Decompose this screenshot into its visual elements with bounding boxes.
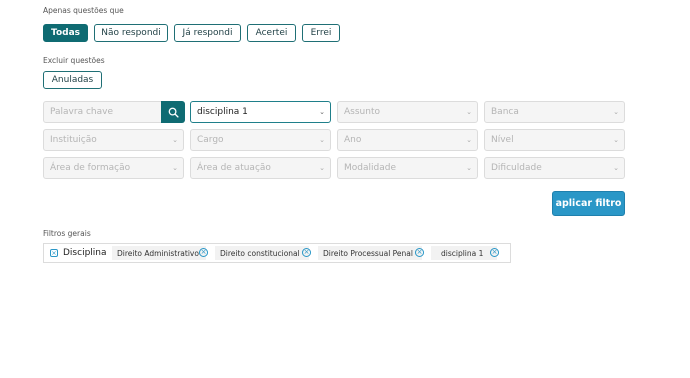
area-formacao-select-placeholder: Área de formação xyxy=(50,163,131,173)
remove-chip-icon[interactable]: × xyxy=(199,248,208,257)
banca-select[interactable]: Banca ⌄ xyxy=(484,101,625,123)
chevron-down-icon: ⌄ xyxy=(172,164,178,172)
filter-chip: Direito Processual Penal × xyxy=(318,246,424,260)
assunto-select-placeholder: Assunto xyxy=(344,107,380,117)
banca-select-placeholder: Banca xyxy=(491,107,519,117)
instituicao-select-placeholder: Instituição xyxy=(50,135,97,145)
exclude-anuladas-button[interactable]: Anuladas xyxy=(43,71,102,89)
keyword-search-input[interactable] xyxy=(43,101,162,123)
filter-ja-respondi-button[interactable]: Já respondi xyxy=(174,24,241,42)
dificuldade-select[interactable]: Dificuldade ⌄ xyxy=(484,157,625,179)
filter-chip-label: Direito Processual Penal xyxy=(323,248,413,258)
apply-filter-button[interactable]: aplicar filtro xyxy=(552,191,625,216)
chevron-down-icon: ⌄ xyxy=(613,164,619,172)
modalidade-select[interactable]: Modalidade ⌄ xyxy=(337,157,478,179)
disciplina-group-label: Disciplina xyxy=(63,248,107,258)
chevron-down-icon: ⌄ xyxy=(466,108,472,116)
cargo-select[interactable]: Cargo ⌄ xyxy=(190,129,331,151)
ano-select-placeholder: Ano xyxy=(344,135,362,145)
cargo-select-placeholder: Cargo xyxy=(197,135,224,145)
remove-chip-icon[interactable]: × xyxy=(302,248,311,257)
exclude-questions-label: Excluir questões xyxy=(43,56,105,65)
clear-group-icon[interactable]: × xyxy=(50,249,58,257)
filter-chip-label: Direito constitucional xyxy=(220,248,300,258)
instituicao-select[interactable]: Instituição ⌄ xyxy=(43,129,184,151)
area-atuacao-select-placeholder: Área de atuação xyxy=(197,163,271,173)
disciplina-group: × Disciplina xyxy=(48,246,107,260)
remove-chip-icon[interactable]: × xyxy=(415,248,424,257)
modalidade-select-placeholder: Modalidade xyxy=(344,163,396,173)
remove-chip-icon[interactable]: × xyxy=(490,248,499,257)
area-formacao-select[interactable]: Área de formação ⌄ xyxy=(43,157,184,179)
filter-chip: Direito constitucional × xyxy=(215,246,311,260)
filter-chip: Direito Administrativo × xyxy=(112,246,208,260)
filter-chip-label: Direito Administrativo xyxy=(117,248,199,258)
chevron-down-icon: ⌄ xyxy=(319,164,325,172)
disciplina-select[interactable]: disciplina 1 ⌄ xyxy=(190,101,331,123)
general-filters-box: × Disciplina Direito Administrativo × Di… xyxy=(43,243,511,263)
filter-chip-label: disciplina 1 xyxy=(441,248,484,258)
disciplina-select-value: disciplina 1 xyxy=(197,107,248,117)
assunto-select[interactable]: Assunto ⌄ xyxy=(337,101,478,123)
filter-nao-respondi-button[interactable]: Não respondi xyxy=(94,24,168,42)
search-icon xyxy=(168,107,179,118)
filter-errei-button[interactable]: Errei xyxy=(302,24,340,42)
chevron-down-icon: ⌄ xyxy=(466,164,472,172)
only-questions-label: Apenas questões que xyxy=(43,6,124,15)
chevron-down-icon: ⌄ xyxy=(613,108,619,116)
dificuldade-select-placeholder: Dificuldade xyxy=(491,163,542,173)
chevron-down-icon: ⌄ xyxy=(613,136,619,144)
filter-acertei-button[interactable]: Acertei xyxy=(247,24,296,42)
general-filters-label: Filtros gerais xyxy=(43,229,91,238)
chevron-down-icon: ⌄ xyxy=(319,108,325,116)
chevron-down-icon: ⌄ xyxy=(319,136,325,144)
nivel-select-placeholder: Nível xyxy=(491,135,514,145)
chevron-down-icon: ⌄ xyxy=(466,136,472,144)
search-button[interactable] xyxy=(161,101,185,123)
chevron-down-icon: ⌄ xyxy=(172,136,178,144)
filter-todas-button[interactable]: Todas xyxy=(43,24,88,42)
ano-select[interactable]: Ano ⌄ xyxy=(337,129,478,151)
area-atuacao-select[interactable]: Área de atuação ⌄ xyxy=(190,157,331,179)
filter-chip: disciplina 1 × xyxy=(431,246,499,260)
nivel-select[interactable]: Nível ⌄ xyxy=(484,129,625,151)
